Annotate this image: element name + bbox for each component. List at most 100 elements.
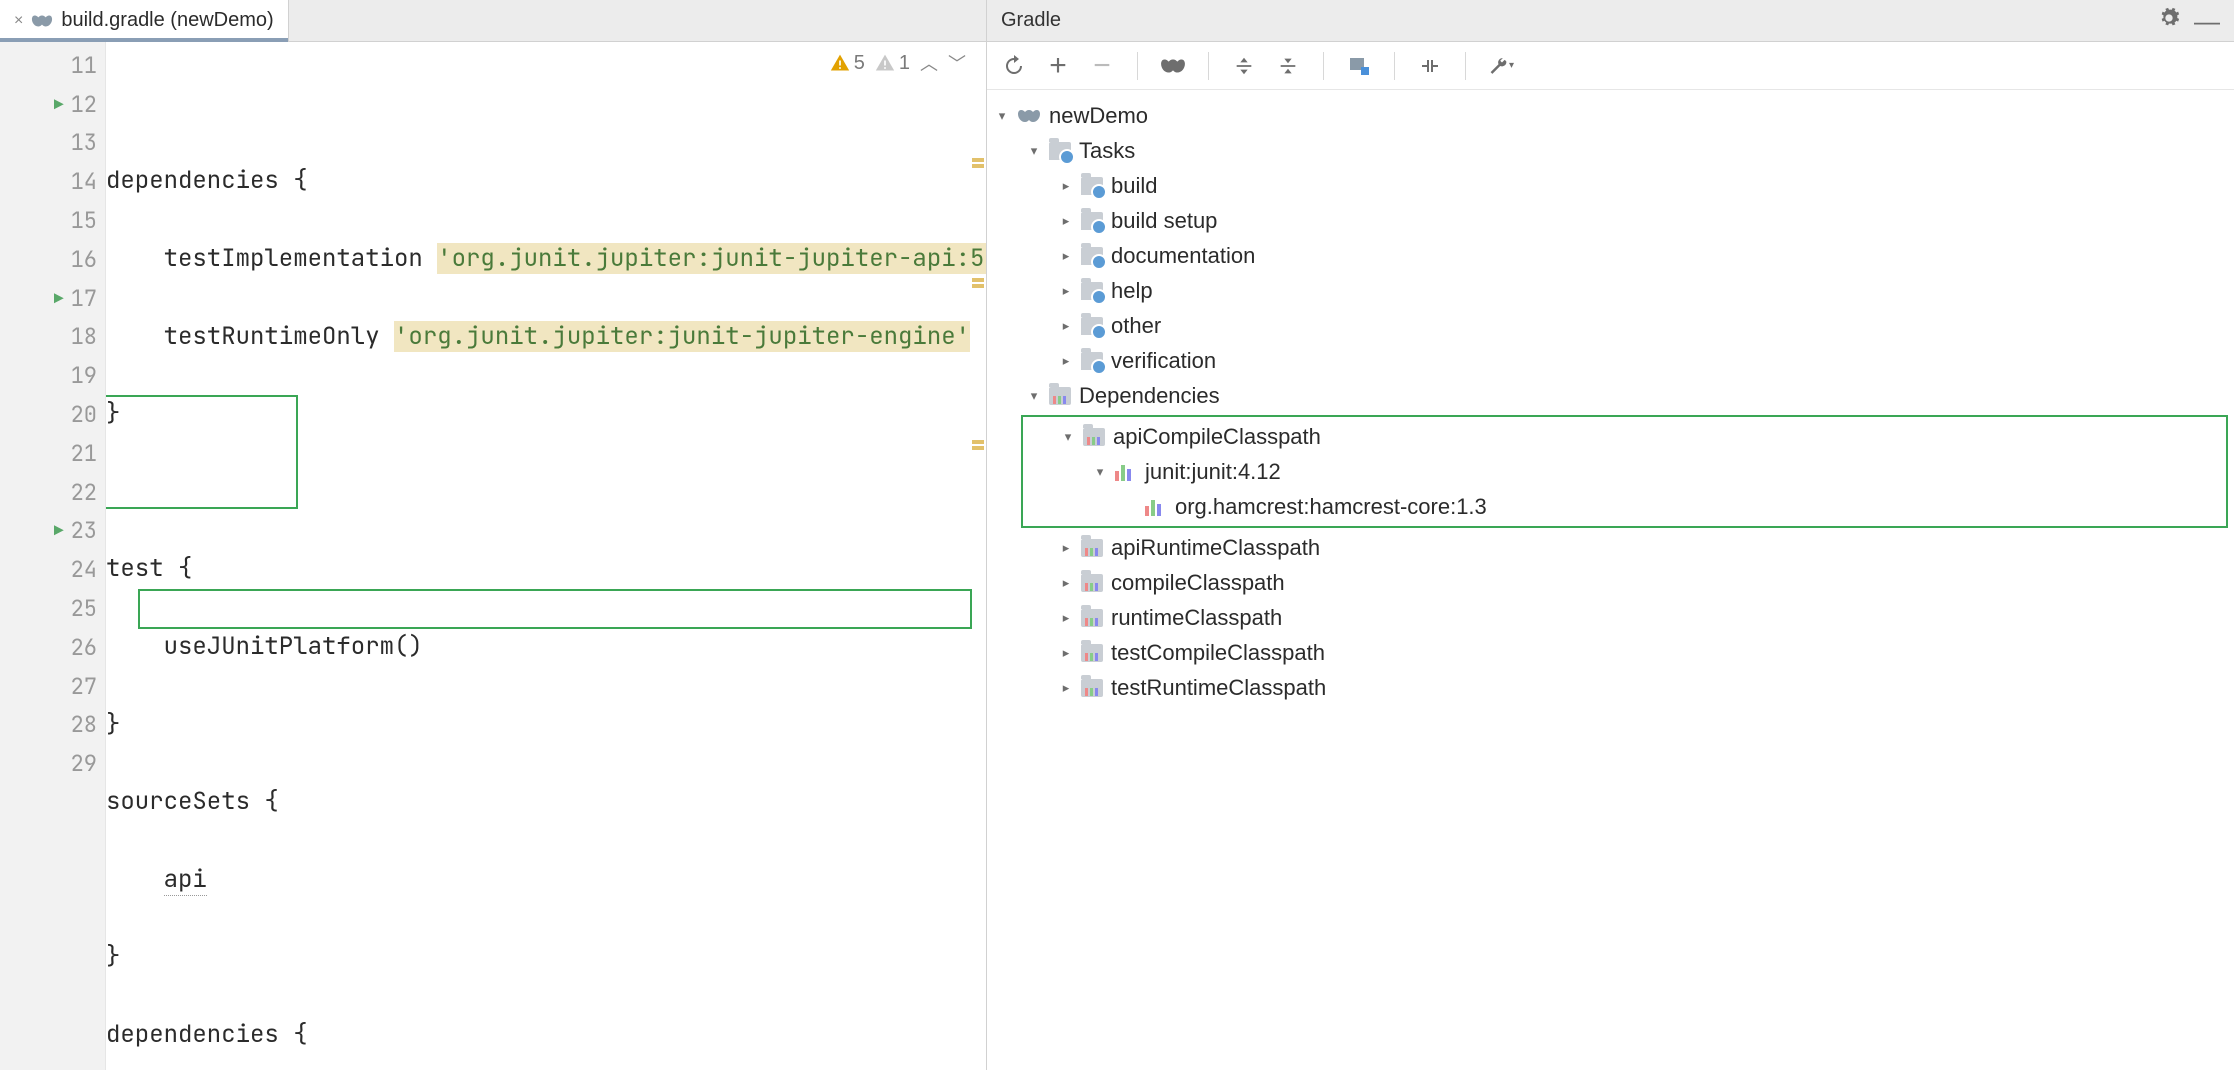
library-icon — [1115, 463, 1137, 481]
folder-icon — [1081, 212, 1103, 230]
gear-icon[interactable] — [2158, 7, 2180, 35]
tree-task-group[interactable]: ▸verification — [987, 343, 2234, 378]
refresh-icon[interactable] — [1001, 53, 1027, 79]
run-gutter-icon[interactable]: ▶ — [54, 94, 64, 115]
chevron-down-icon[interactable]: ▾ — [1027, 378, 1041, 413]
editor-panel: × build.gradle (newDemo) 5 1 ︿ ﹀ 11 ▶12 … — [0, 0, 987, 1070]
tree-dependency-scope[interactable]: ▸testRuntimeClasspath — [987, 670, 2234, 705]
line-number: 17 — [71, 284, 97, 313]
library-folder-icon — [1081, 644, 1103, 662]
inspections-widget[interactable]: 5 1 ︿ ﹀ — [830, 50, 966, 76]
chevron-down-icon[interactable]: ▾ — [1093, 454, 1107, 489]
tree-dependency-scope[interactable]: ▾ apiCompileClasspath — [1023, 419, 2226, 454]
tree-task-group[interactable]: ▸documentation — [987, 238, 2234, 273]
line-number: 13 — [71, 128, 97, 157]
line-number: 23 — [71, 516, 97, 545]
code-area[interactable]: dependencies { testImplementation 'org.j… — [106, 42, 986, 1070]
folder-icon — [1081, 317, 1103, 335]
tab-bar: × build.gradle (newDemo) — [0, 0, 986, 42]
gradle-header: Gradle — — [987, 0, 2234, 42]
line-number: 16 — [71, 245, 97, 274]
tree-task-group[interactable]: ▸help — [987, 273, 2234, 308]
chevron-right-icon[interactable]: ▸ — [1059, 670, 1073, 705]
run-gutter-icon[interactable]: ▶ — [54, 288, 64, 309]
warning-badge-strong[interactable]: 5 — [830, 52, 865, 75]
close-tab-icon[interactable]: × — [14, 12, 23, 30]
gutter: 11 ▶12 13 14 15 16 ▶17 18 19 20 21 22 ▶2… — [0, 42, 106, 1070]
tree-project-root[interactable]: ▾ newDemo — [987, 98, 2234, 133]
offline-mode-icon[interactable] — [1417, 53, 1443, 79]
line-number: 29 — [71, 749, 97, 778]
library-folder-icon — [1081, 679, 1103, 697]
tree-tasks[interactable]: ▾ Tasks — [987, 133, 2234, 168]
gradle-tool-window: Gradle — + − ▾ ▾ newDemo ▾ Tasks ▸ — [987, 0, 2234, 1070]
gradle-file-icon — [31, 10, 53, 32]
chevron-down-icon[interactable]: ▾ — [1027, 133, 1041, 168]
run-gutter-icon[interactable]: ▶ — [54, 520, 64, 541]
folder-icon — [1081, 247, 1103, 265]
line-number: 21 — [71, 439, 97, 468]
gradle-elephant-icon[interactable] — [1160, 53, 1186, 79]
tree-dependency-scope[interactable]: ▸testCompileClasspath — [987, 635, 2234, 670]
collapse-all-icon[interactable] — [1275, 53, 1301, 79]
chevron-right-icon[interactable]: ▸ — [1059, 635, 1073, 670]
line-number: 12 — [71, 90, 97, 119]
chevron-down-icon[interactable]: ▾ — [995, 98, 1009, 133]
minimize-icon[interactable]: — — [2194, 15, 2220, 27]
folder-icon — [1081, 352, 1103, 370]
folder-icon — [1049, 142, 1071, 160]
line-number: 18 — [71, 322, 97, 351]
line-number: 20 — [71, 400, 97, 429]
line-number: 11 — [71, 51, 97, 80]
prev-highlight-icon[interactable]: ︿ — [920, 50, 938, 76]
line-number: 25 — [71, 594, 97, 623]
highlight-box-dependency: ▾ apiCompileClasspath ▾ junit:junit:4.12… — [1021, 415, 2228, 528]
library-folder-icon — [1081, 539, 1103, 557]
line-number: 19 — [71, 361, 97, 390]
expand-all-icon[interactable] — [1231, 53, 1257, 79]
chevron-down-icon[interactable]: ▾ — [1061, 419, 1075, 454]
editor-tab[interactable]: × build.gradle (newDemo) — [0, 0, 289, 41]
folder-icon — [1081, 177, 1103, 195]
tree-task-group[interactable]: ▸build setup — [987, 203, 2234, 238]
gradle-tree[interactable]: ▾ newDemo ▾ Tasks ▸build ▸build setup ▸d… — [987, 90, 2234, 1070]
line-number: 22 — [71, 478, 97, 507]
warning-badge-weak[interactable]: 1 — [875, 52, 910, 75]
library-folder-icon — [1081, 574, 1103, 592]
tree-task-group[interactable]: ▸other — [987, 308, 2234, 343]
warning-icon — [830, 53, 850, 73]
line-number: 26 — [71, 633, 97, 662]
library-folder-icon — [1083, 428, 1105, 446]
chevron-right-icon[interactable]: ▸ — [1059, 565, 1073, 600]
gradle-toolbar: + − ▾ — [987, 42, 2234, 90]
tree-dependency-scope[interactable]: ▸apiRuntimeClasspath — [987, 530, 2234, 565]
tree-dependency-item[interactable]: org.hamcrest:hamcrest-core:1.3 — [1023, 489, 2226, 524]
tree-dependency-scope[interactable]: ▸runtimeClasspath — [987, 600, 2234, 635]
next-highlight-icon[interactable]: ﹀ — [948, 50, 966, 76]
chevron-right-icon[interactable]: ▸ — [1059, 273, 1073, 308]
wrench-icon[interactable]: ▾ — [1488, 53, 1514, 79]
gradle-title: Gradle — [1001, 9, 1061, 32]
dependencies-icon[interactable] — [1346, 53, 1372, 79]
add-icon[interactable]: + — [1045, 53, 1071, 79]
editor-body: 5 1 ︿ ﹀ 11 ▶12 13 14 15 16 ▶17 18 19 20 … — [0, 42, 986, 1070]
highlight-box-sourcesets — [106, 395, 298, 509]
library-icon — [1145, 498, 1167, 516]
library-folder-icon — [1081, 609, 1103, 627]
remove-icon[interactable]: − — [1089, 53, 1115, 79]
chevron-right-icon[interactable]: ▸ — [1059, 238, 1073, 273]
tree-dependency-item[interactable]: ▾ junit:junit:4.12 — [1023, 454, 2226, 489]
tree-dependency-scope[interactable]: ▸compileClasspath — [987, 565, 2234, 600]
chevron-right-icon[interactable]: ▸ — [1059, 203, 1073, 238]
chevron-right-icon[interactable]: ▸ — [1059, 168, 1073, 203]
chevron-right-icon[interactable]: ▸ — [1059, 308, 1073, 343]
error-stripe[interactable] — [970, 42, 986, 1070]
line-number: 27 — [71, 672, 97, 701]
chevron-right-icon[interactable]: ▸ — [1059, 343, 1073, 378]
chevron-right-icon[interactable]: ▸ — [1059, 530, 1073, 565]
tree-dependencies[interactable]: ▾ Dependencies — [987, 378, 2234, 413]
tree-task-group[interactable]: ▸build — [987, 168, 2234, 203]
tab-title: build.gradle (newDemo) — [61, 9, 273, 32]
line-number: 14 — [71, 167, 97, 196]
chevron-right-icon[interactable]: ▸ — [1059, 600, 1073, 635]
